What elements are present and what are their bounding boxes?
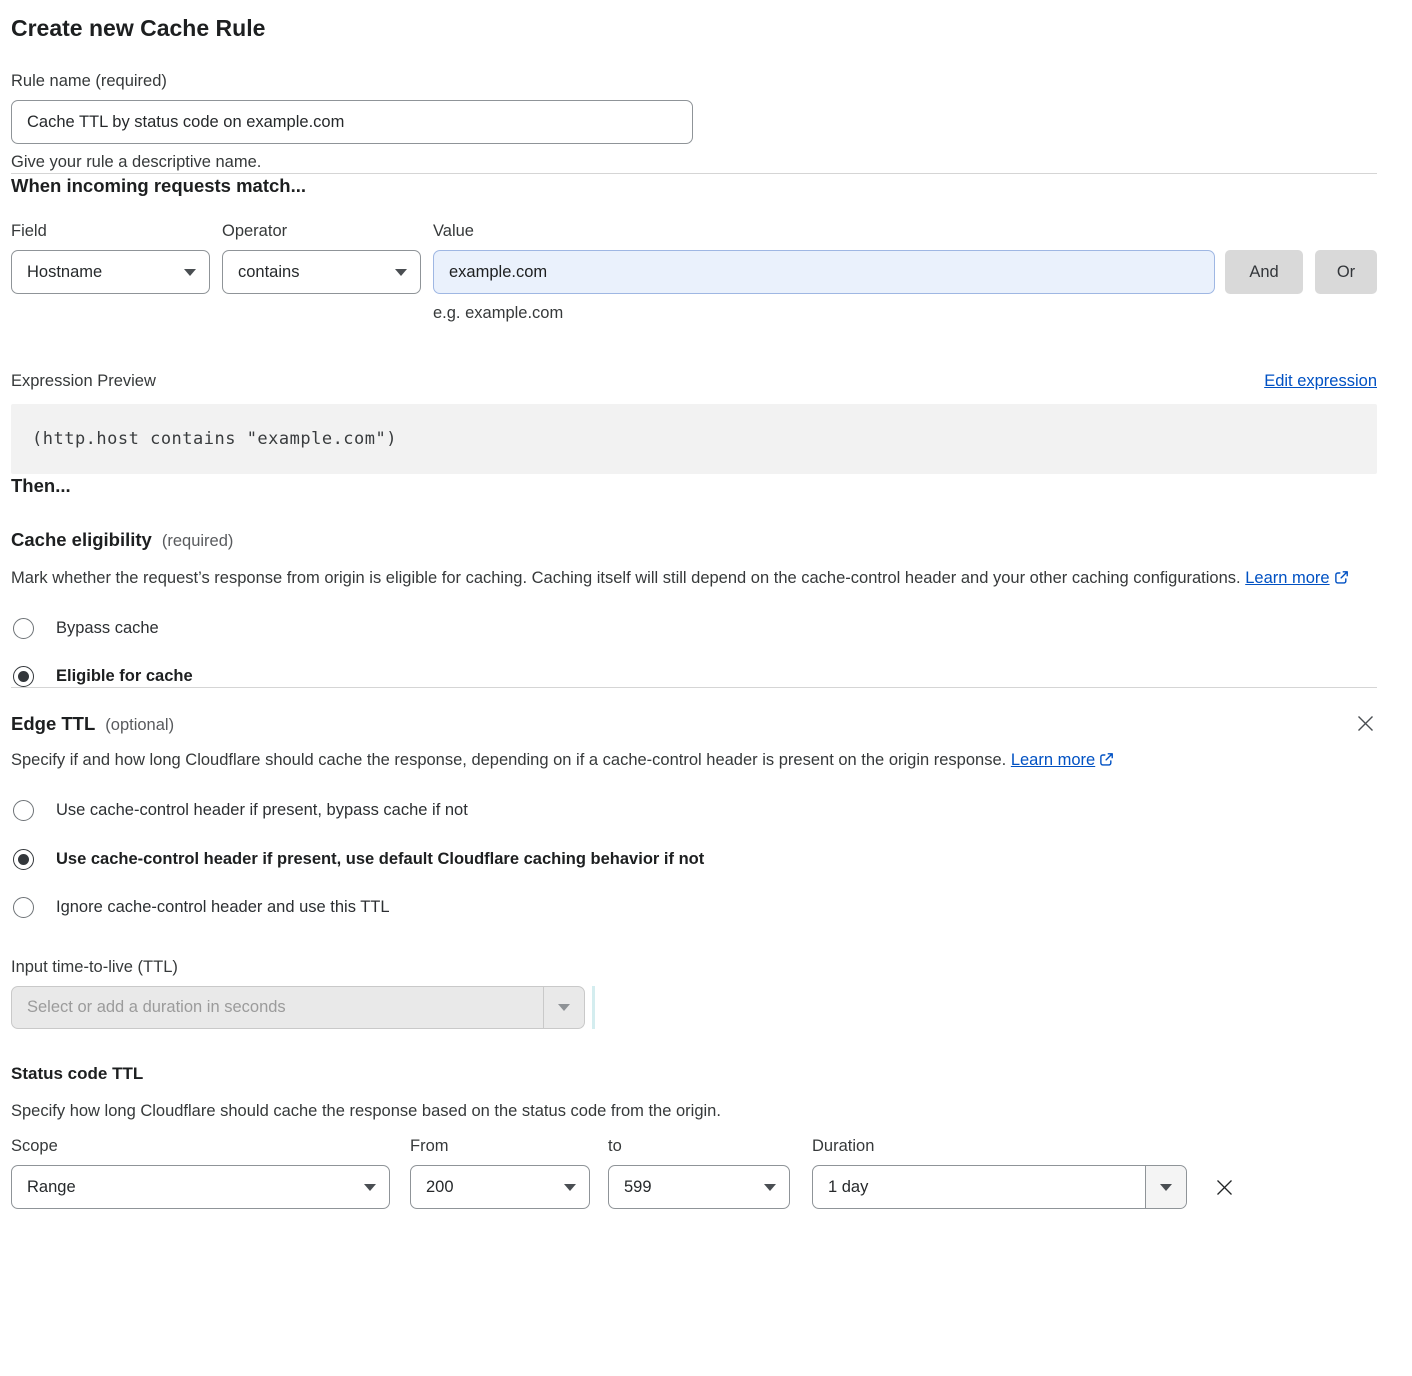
from-select[interactable]: 200	[410, 1165, 590, 1209]
ttl-duration-dropdown-button[interactable]	[543, 987, 584, 1028]
radio-label: Ignore cache-control header and use this…	[56, 898, 390, 917]
section-divider	[11, 687, 1377, 688]
page-title: Create new Cache Rule	[11, 14, 1377, 42]
duration-dropdown-button[interactable]	[1145, 1166, 1186, 1208]
chevron-down-icon	[395, 269, 407, 276]
status-code-ttl-heading: Status code TTL	[11, 1063, 1377, 1085]
radio-label: Use cache-control header if present, byp…	[56, 801, 468, 820]
operator-select[interactable]: contains	[222, 250, 421, 294]
scope-label: Scope	[11, 1135, 390, 1157]
radio-label: Use cache-control header if present, use…	[56, 850, 704, 869]
radio-ignore-header[interactable]: Ignore cache-control header and use this…	[11, 897, 1377, 918]
ttl-duration-select[interactable]: Select or add a duration in seconds	[11, 986, 585, 1029]
edge-ttl-heading: Edge TTL	[11, 712, 95, 736]
chevron-down-icon	[764, 1184, 776, 1191]
radio-circle-unselected[interactable]	[13, 897, 34, 918]
field-select[interactable]: Hostname	[11, 250, 210, 294]
radio-bypass-cache[interactable]: Bypass cache	[11, 618, 1377, 639]
edit-expression-link[interactable]: Edit expression	[1264, 372, 1377, 391]
radio-label: Eligible for cache	[56, 667, 193, 686]
status-code-ttl-row: Scope Range From 200 to 599 Duration 1 d…	[11, 1135, 1377, 1209]
radio-circle-unselected[interactable]	[13, 618, 34, 639]
optional-tag: (optional)	[105, 716, 174, 735]
value-help: e.g. example.com	[433, 302, 1215, 324]
delete-status-row-button[interactable]	[1212, 1175, 1237, 1200]
and-button[interactable]: And	[1225, 250, 1303, 294]
ttl-duration-placeholder: Select or add a duration in seconds	[12, 998, 543, 1017]
duration-label: Duration	[812, 1135, 1187, 1157]
value-input[interactable]	[433, 250, 1215, 294]
learn-more-label: Learn more	[1245, 569, 1329, 587]
then-heading: Then...	[11, 474, 1377, 498]
chevron-down-icon	[184, 269, 196, 276]
to-label: to	[608, 1135, 790, 1157]
rule-name-input[interactable]	[11, 100, 693, 144]
cache-eligibility-description-text: Mark whether the request’s response from…	[11, 569, 1241, 587]
cache-eligibility-description: Mark whether the request’s response from…	[11, 564, 1356, 592]
operator-label: Operator	[222, 220, 421, 242]
radio-use-header-default[interactable]: Use cache-control header if present, use…	[11, 849, 1377, 870]
chevron-down-icon	[1160, 1184, 1172, 1191]
radio-circle-selected[interactable]	[13, 849, 34, 870]
status-code-ttl-description: Specify how long Cloudflare should cache…	[11, 1097, 1356, 1125]
text-caret	[592, 986, 595, 1029]
expression-code: (http.host contains "example.com")	[32, 429, 397, 449]
close-icon	[1356, 714, 1375, 733]
delete-x-icon	[1214, 1177, 1235, 1198]
cache-eligibility-heading: Cache eligibility	[11, 528, 152, 552]
from-select-value: 200	[426, 1178, 454, 1197]
chevron-down-icon	[364, 1184, 376, 1191]
learn-more-label: Learn more	[1011, 751, 1095, 769]
match-condition-row: Field Hostname Operator contains Value e…	[11, 220, 1377, 324]
to-select[interactable]: 599	[608, 1165, 790, 1209]
radio-label: Bypass cache	[56, 619, 159, 638]
create-cache-rule-form: Create new Cache Rule Rule name (require…	[0, 0, 1412, 1249]
rule-name-help: Give your rule a descriptive name.	[11, 151, 1377, 173]
duration-select[interactable]: 1 day	[812, 1165, 1187, 1209]
radio-circle-unselected[interactable]	[13, 800, 34, 821]
scope-select-value: Range	[27, 1178, 76, 1197]
scope-select[interactable]: Range	[11, 1165, 390, 1209]
external-link-icon	[1099, 752, 1114, 767]
value-label: Value	[433, 220, 1215, 242]
expression-code-block: (http.host contains "example.com")	[11, 404, 1377, 474]
rule-name-label: Rule name (required)	[11, 70, 1377, 92]
edge-ttl-close-button[interactable]	[1354, 712, 1377, 735]
radio-use-header-bypass[interactable]: Use cache-control header if present, byp…	[11, 800, 1377, 821]
required-tag: (required)	[162, 532, 234, 551]
edge-ttl-description-text: Specify if and how long Cloudflare shoul…	[11, 751, 1006, 769]
operator-select-value: contains	[238, 263, 299, 282]
field-label: Field	[11, 220, 210, 242]
expression-preview-label: Expression Preview	[11, 370, 156, 392]
to-select-value: 599	[624, 1178, 652, 1197]
cache-eligibility-learn-more-link[interactable]: Learn more	[1245, 569, 1348, 587]
from-label: From	[410, 1135, 590, 1157]
or-button[interactable]: Or	[1315, 250, 1377, 294]
edge-ttl-description: Specify if and how long Cloudflare shoul…	[11, 746, 1116, 774]
external-link-icon	[1334, 570, 1349, 585]
match-section-heading: When incoming requests match...	[11, 174, 1377, 198]
chevron-down-icon	[564, 1184, 576, 1191]
duration-select-value: 1 day	[828, 1178, 868, 1197]
chevron-down-icon	[558, 1004, 570, 1011]
field-select-value: Hostname	[27, 263, 102, 282]
radio-eligible-for-cache[interactable]: Eligible for cache	[11, 666, 1377, 687]
ttl-input-label: Input time-to-live (TTL)	[11, 956, 1377, 978]
edge-ttl-learn-more-link[interactable]: Learn more	[1011, 751, 1114, 769]
radio-circle-selected[interactable]	[13, 666, 34, 687]
